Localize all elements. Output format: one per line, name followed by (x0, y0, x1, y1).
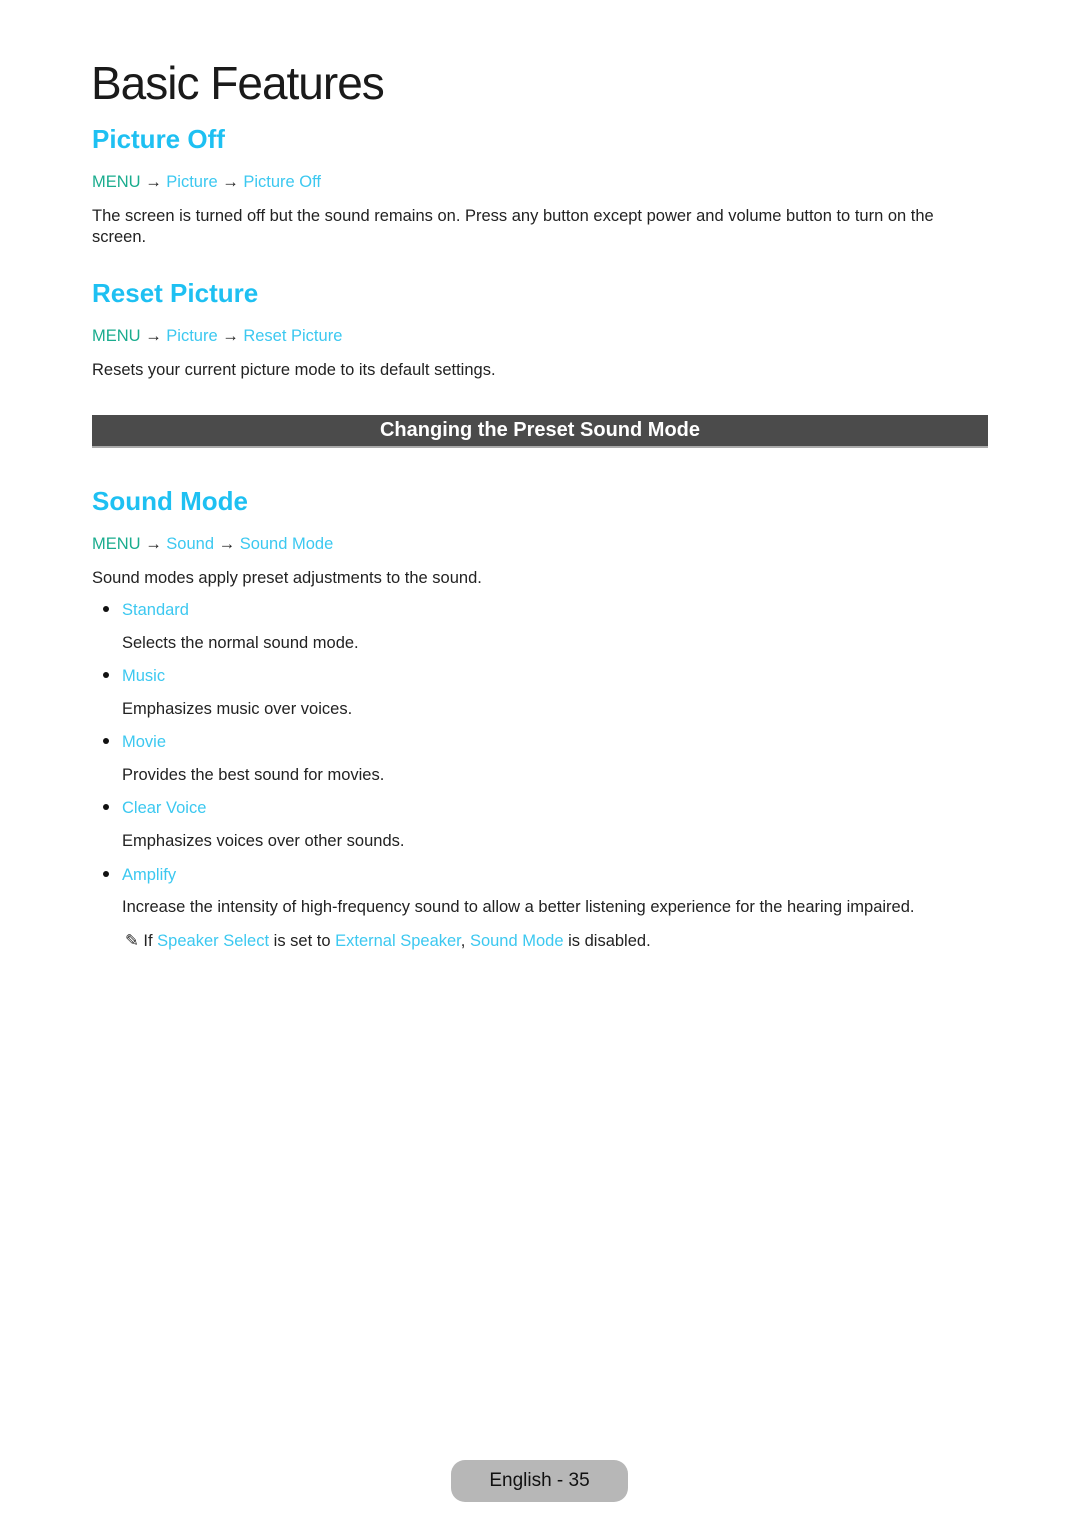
arrow-icon: → (145, 173, 162, 191)
note-text: is set to (269, 932, 336, 950)
note-text: is disabled. (563, 932, 651, 950)
crumb-menu: MENU (92, 327, 141, 345)
body-reset-picture: Resets your current picture mode to its … (92, 361, 496, 379)
heading-reset-picture: Reset Picture (92, 278, 259, 308)
option-label[interactable]: Clear Voice (122, 799, 206, 817)
crumb-menu: MENU (92, 173, 141, 191)
crumb-link[interactable]: Picture (166, 173, 217, 191)
note-link[interactable]: Speaker Select (157, 932, 269, 950)
option-desc: Emphasizes voices over other sounds. (122, 832, 405, 850)
heading-picture-off: Picture Off (92, 124, 225, 154)
option-label[interactable]: Amplify (122, 866, 176, 884)
list-item: Standard (103, 601, 189, 620)
body-picture-off: The screen is turned off but the sound r… (92, 207, 934, 246)
breadcrumb-picture-off: MENU → Picture → Picture Off (92, 173, 321, 192)
bullet-icon (103, 671, 109, 678)
page-title: Basic Features (91, 57, 385, 109)
bullet-icon (103, 605, 109, 612)
section-banner: Changing the Preset Sound Mode (92, 415, 988, 448)
option-label[interactable]: Movie (122, 733, 166, 751)
note-text: , (460, 932, 470, 950)
pencil-icon: ✎ (125, 932, 139, 950)
crumb-link[interactable]: Picture Off (243, 173, 321, 191)
heading-sound-mode: Sound Mode (92, 486, 248, 516)
option-label[interactable]: Standard (122, 601, 189, 619)
crumb-link[interactable]: Picture (166, 327, 217, 345)
arrow-icon: → (145, 327, 162, 345)
list-item: Amplify (103, 866, 176, 885)
note: ✎ If Speaker Select is set to External S… (125, 931, 651, 951)
arrow-icon: → (145, 535, 162, 553)
note-text: If (138, 932, 158, 950)
bullet-icon (103, 737, 109, 744)
list-item: Movie (103, 733, 166, 752)
bullet-icon (103, 803, 109, 810)
option-desc: Selects the normal sound mode. (122, 634, 359, 652)
page-number-badge: English - 35 (451, 1460, 628, 1502)
crumb-menu: MENU (92, 535, 141, 553)
breadcrumb-reset-picture: MENU → Picture → Reset Picture (92, 327, 342, 346)
option-desc: Provides the best sound for movies. (122, 766, 385, 784)
arrow-icon: → (222, 173, 239, 191)
list-item: Clear Voice (103, 799, 206, 818)
note-link[interactable]: Sound Mode (470, 932, 564, 950)
bullet-icon (103, 870, 109, 877)
body-sound-mode: Sound modes apply preset adjustments to … (92, 569, 482, 587)
list-item: Music (103, 667, 165, 686)
crumb-link[interactable]: Reset Picture (243, 327, 342, 345)
crumb-link[interactable]: Sound (166, 535, 214, 553)
crumb-link[interactable]: Sound Mode (240, 535, 334, 553)
option-desc: Increase the intensity of high-frequency… (122, 898, 915, 916)
arrow-icon: → (218, 535, 236, 553)
arrow-icon: → (222, 327, 239, 345)
option-desc: Emphasizes music over voices. (122, 700, 353, 718)
option-label[interactable]: Music (122, 667, 165, 685)
breadcrumb-sound-mode: MENU → Sound → Sound Mode (92, 535, 333, 554)
note-link[interactable]: External Speaker (335, 932, 461, 950)
